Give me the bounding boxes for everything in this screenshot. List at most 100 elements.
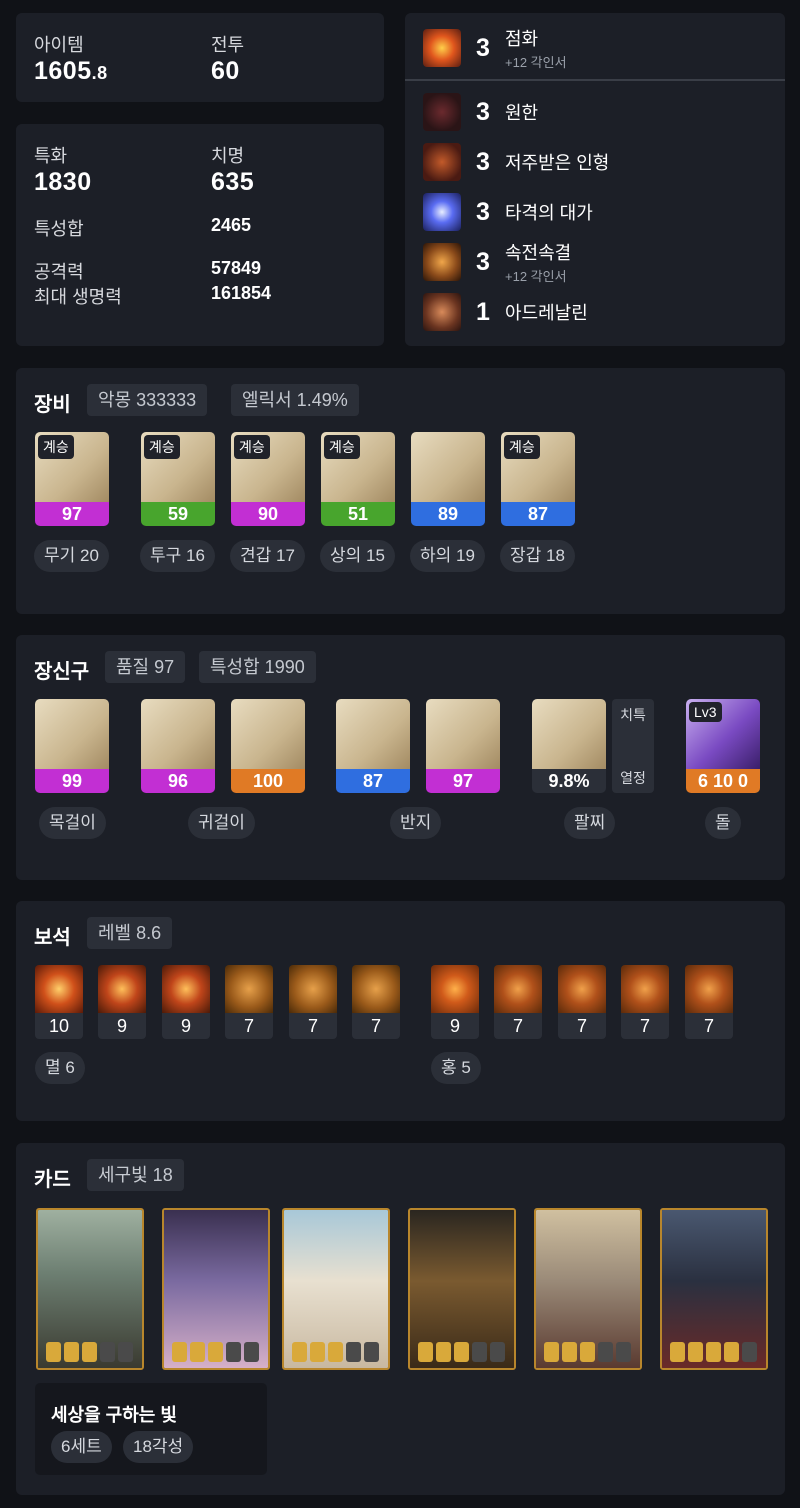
earring-label: 귀걸이	[188, 807, 255, 839]
cooldown-gem-icon	[621, 965, 669, 1013]
equipment-panel: 장비 악몽 333333 엘릭서 1.49% 계승 97 계승 59 계승 90…	[16, 368, 785, 614]
damage-gem[interactable]: 7	[289, 965, 337, 1039]
equipment-title: 장비	[34, 394, 71, 416]
attack-value: 57849	[211, 258, 262, 278]
card-set-tag: 세구빛 18	[87, 1159, 184, 1191]
damage-gem[interactable]: 9	[162, 965, 210, 1039]
engraving-row[interactable]: 3 저주받은 인형	[423, 142, 609, 182]
card-item[interactable]	[162, 1208, 270, 1370]
succession-badge: 계승	[504, 435, 540, 459]
pants-icon	[411, 432, 485, 502]
gem-level: 9	[162, 1013, 210, 1039]
necklace-label: 목걸이	[39, 807, 106, 839]
damage-gem-summary: 멸 6	[35, 1052, 85, 1084]
accessory-quality-tag: 품질 97	[105, 651, 186, 683]
ring-item[interactable]: 87	[336, 699, 410, 793]
spec-value: 1830	[34, 168, 92, 196]
damage-gem[interactable]: 7	[225, 965, 273, 1039]
engraving-row[interactable]: 3 원한	[423, 92, 538, 132]
gems-panel: 보석 레벨 8.6 10 9 9 7 7 7 9 7 7 7 7 멸 6 홍 5	[16, 901, 785, 1121]
succession-badge: 계승	[234, 435, 270, 459]
engraving-row[interactable]: 3 점화 +12 각인서	[423, 25, 567, 71]
engraving-name: 원한	[505, 103, 539, 123]
weapon-label: 무기 20	[34, 540, 109, 572]
summary-panel: 아이템 1605.8 전투 60	[16, 13, 384, 102]
engraving-row[interactable]: 1 아드레날린	[423, 292, 588, 332]
card-item[interactable]	[660, 1208, 768, 1370]
equipment-set-tag: 악몽 333333	[87, 384, 208, 416]
card-item[interactable]	[534, 1208, 642, 1370]
ignite-icon	[423, 29, 461, 67]
cooldown-gem[interactable]: 7	[494, 965, 542, 1039]
cooldown-gem[interactable]: 7	[685, 965, 733, 1039]
gem-level-tag: 레벨 8.6	[87, 917, 173, 949]
damage-gem[interactable]: 7	[352, 965, 400, 1039]
weapon-item[interactable]: 계승 97	[35, 432, 109, 526]
helmet-label: 투구 16	[140, 540, 215, 572]
cursed-doll-icon	[423, 143, 461, 181]
chest-label: 상의 15	[320, 540, 395, 572]
pants-item[interactable]: 89	[411, 432, 485, 526]
cooldown-gem-icon	[494, 965, 542, 1013]
shoulder-item[interactable]: 계승 90	[231, 432, 305, 526]
necklace-item[interactable]: 99	[35, 699, 109, 793]
engraving-level: 3	[476, 33, 490, 62]
item-level-label: 아이템	[34, 35, 84, 55]
necklace-icon	[35, 699, 109, 769]
adrenaline-icon	[423, 293, 461, 331]
card-item[interactable]	[282, 1208, 390, 1370]
stone-label: 돌	[705, 807, 741, 839]
quality-bar: 51	[321, 502, 395, 526]
gem-level: 7	[558, 1013, 606, 1039]
succession-badge: 계승	[324, 435, 360, 459]
engraving-level: 3	[476, 197, 490, 226]
earring-item[interactable]: 100	[231, 699, 305, 793]
succession-badge: 계승	[38, 435, 74, 459]
cooldown-gem[interactable]: 7	[621, 965, 669, 1039]
attack-label: 공격력	[34, 262, 84, 282]
gloves-item[interactable]: 계승 87	[501, 432, 575, 526]
damage-gem[interactable]: 10	[35, 965, 83, 1039]
card-awaken-total: 18각성	[123, 1431, 194, 1463]
card-item[interactable]	[36, 1208, 144, 1370]
accessories-panel: 장신구 품질 97 특성합 1990 99 96 100 87 97 9.8% …	[16, 635, 785, 880]
card-item[interactable]	[408, 1208, 516, 1370]
engraving-row[interactable]: 3 속전속결 +12 각인서	[423, 242, 571, 284]
engraving-text: 점화 +12 각인서	[505, 25, 567, 71]
quality-bar: 89	[411, 502, 485, 526]
quality-bar: 97	[426, 769, 500, 793]
item-level-value: 1605.8	[34, 57, 108, 85]
helmet-item[interactable]: 계승 59	[141, 432, 215, 526]
card-set-box: 세상을 구하는 빛 6세트 18각성	[35, 1383, 267, 1475]
quality-bar: 90	[231, 502, 305, 526]
engraving-level: 3	[476, 97, 490, 126]
ability-stone-item[interactable]: Lv3 6 10 0	[686, 699, 760, 793]
cooldown-gem[interactable]: 7	[558, 965, 606, 1039]
engraving-level: 3	[476, 247, 490, 276]
awaken-gems	[418, 1342, 505, 1362]
cooldown-gem-icon	[431, 965, 479, 1013]
ring-item[interactable]: 97	[426, 699, 500, 793]
damage-gem[interactable]: 9	[98, 965, 146, 1039]
pants-label: 하의 19	[410, 540, 485, 572]
bracelet-item[interactable]: 9.8%	[532, 699, 606, 793]
accessory-stat-tag: 특성합 1990	[199, 651, 316, 683]
ring-icon	[336, 699, 410, 769]
earring-item[interactable]: 96	[141, 699, 215, 793]
chest-item[interactable]: 계승 51	[321, 432, 395, 526]
gem-level: 7	[494, 1013, 542, 1039]
crit-value: 635	[211, 168, 255, 196]
gem-level: 10	[35, 1013, 83, 1039]
cooldown-gem-icon	[685, 965, 733, 1013]
engraving-level: 1	[476, 297, 490, 326]
gems-title: 보석	[34, 927, 71, 949]
gem-level: 7	[225, 1013, 273, 1039]
engraving-book: +12 각인서	[505, 55, 567, 70]
engraving-name: 타격의 대가	[505, 203, 593, 223]
cooldown-gem[interactable]: 9	[431, 965, 479, 1039]
engraving-level: 3	[476, 147, 490, 176]
engraving-row[interactable]: 3 타격의 대가	[423, 192, 593, 232]
engraving-name: 점화	[505, 29, 539, 49]
gem-level: 7	[352, 1013, 400, 1039]
max-hp-label: 최대 생명력	[34, 287, 122, 307]
